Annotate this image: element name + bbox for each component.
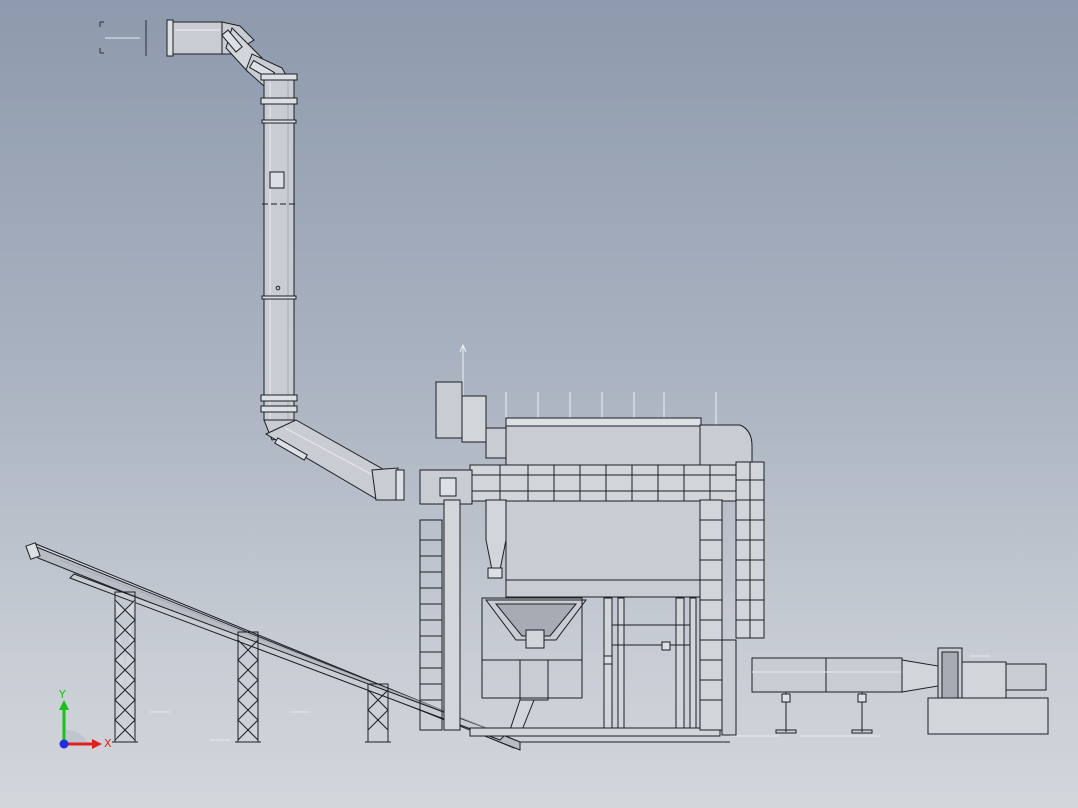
x-axis-label: X <box>104 737 112 750</box>
z-axis-dot <box>59 739 69 749</box>
lift-points <box>459 343 717 430</box>
y-axis-label: Y <box>58 688 66 701</box>
baghouse-filter[interactable] <box>419 343 765 743</box>
exhaust-duct[interactable] <box>99 19 405 501</box>
conveyor-truss-support-1 <box>112 591 138 743</box>
duct-end-marker <box>99 20 147 56</box>
graphics-viewport[interactable]: Y X <box>0 0 1078 808</box>
axis-triad: Y X <box>58 688 112 750</box>
cad-model-view[interactable] <box>0 0 1078 808</box>
duct-support-legs <box>775 692 873 734</box>
triad-plane <box>66 729 88 744</box>
outlet-duct-and-fan[interactable] <box>751 647 1049 735</box>
